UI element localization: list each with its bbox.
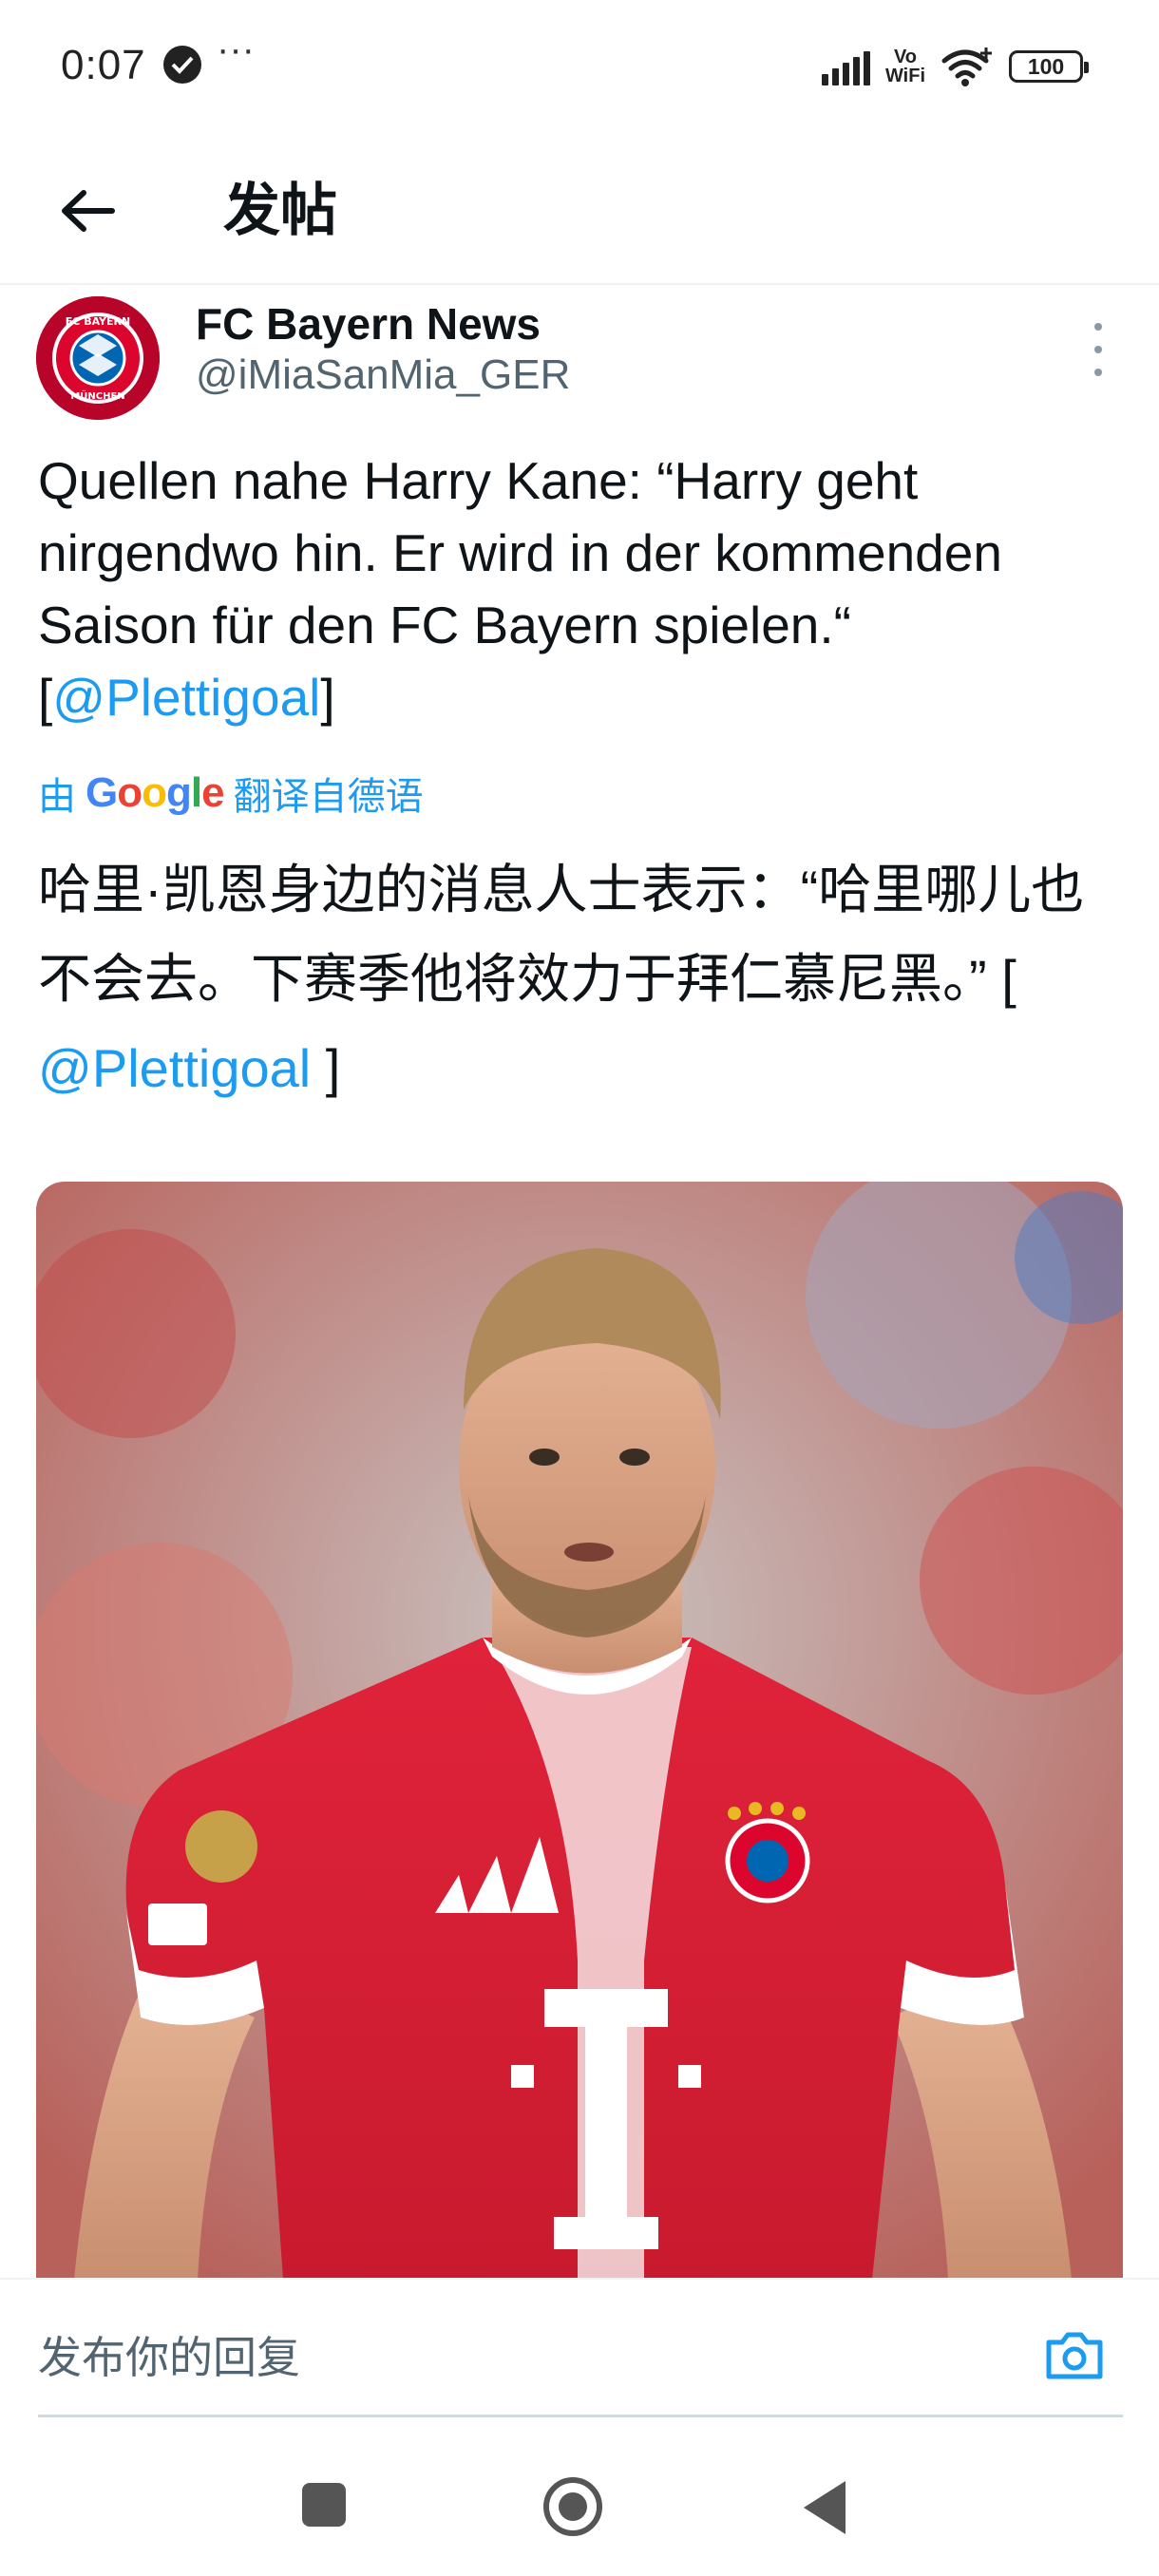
vowifi-label: Vo WiFi bbox=[884, 47, 925, 86]
player-photo bbox=[36, 1182, 1123, 2280]
status-overflow-dots: ··· bbox=[217, 28, 255, 70]
camera-icon bbox=[1046, 2332, 1103, 2379]
avatar[interactable]: FC BAYERN MÜNCHEN bbox=[36, 296, 160, 420]
nav-back-button[interactable] bbox=[804, 2481, 846, 2534]
status-indicators: Vo WiFi 100 bbox=[821, 40, 1089, 93]
svg-text:MÜNCHEN: MÜNCHEN bbox=[70, 388, 124, 402]
svg-text:FC BAYERN: FC BAYERN bbox=[66, 315, 130, 328]
translated-text: 哈里·凯恩身边的消息人士表示：“哈里哪儿也不会去。下赛季他将效力于拜仁慕尼黑。”… bbox=[38, 860, 1085, 1098]
reply-bar: 发布你的回复 bbox=[0, 2278, 1159, 2432]
status-time: 0:07 bbox=[61, 42, 146, 88]
mention-link[interactable]: @Plettigoal bbox=[52, 668, 320, 727]
reply-underline bbox=[38, 2415, 1123, 2417]
more-options-button[interactable] bbox=[1089, 323, 1108, 376]
tweet-text-body: Quellen nahe Harry Kane: “Harry geht nir… bbox=[38, 451, 1002, 654]
reply-input[interactable]: 发布你的回复 bbox=[38, 2323, 300, 2386]
arrow-left-icon bbox=[62, 190, 115, 232]
google-logo: Google bbox=[86, 769, 225, 816]
back-button[interactable] bbox=[49, 173, 125, 249]
tweet-photo[interactable] bbox=[36, 1182, 1123, 2280]
status-bar: 0:07 ··· Vo WiFi 100 bbox=[0, 0, 1159, 133]
tweet-author: FC BAYERN MÜNCHEN FC Bayern News @iMiaSa… bbox=[0, 285, 1159, 427]
check-circle-icon bbox=[163, 46, 201, 84]
tweet-text: Quellen nahe Harry Kane: “Harry geht nir… bbox=[38, 451, 1002, 727]
more-vertical-icon bbox=[1094, 323, 1102, 331]
fc-bayern-logo: FC BAYERN MÜNCHEN bbox=[36, 296, 160, 420]
system-nav-bar bbox=[0, 2432, 1159, 2576]
translation-attribution[interactable]: 由 Google 翻译自德语 bbox=[38, 766, 424, 821]
signal-icon bbox=[821, 47, 870, 85]
author-name[interactable]: FC Bayern News bbox=[196, 298, 541, 350]
home-button[interactable] bbox=[543, 2477, 602, 2536]
page-title: 发帖 bbox=[223, 179, 337, 242]
recents-button[interactable] bbox=[302, 2483, 346, 2527]
top-app-bar: 发帖 bbox=[0, 133, 1159, 285]
camera-button[interactable] bbox=[1043, 2329, 1106, 2382]
translated-mention-link[interactable]: @Plettigoal bbox=[38, 1038, 311, 1098]
screen: 0:07 ··· Vo WiFi 100 发帖 FC BAYERN MÜNCHE… bbox=[0, 0, 1159, 2576]
battery-indicator: 100 bbox=[1009, 50, 1089, 83]
author-handle[interactable]: @iMiaSanMia_GER bbox=[196, 351, 570, 399]
wifi-icon bbox=[941, 47, 992, 86]
